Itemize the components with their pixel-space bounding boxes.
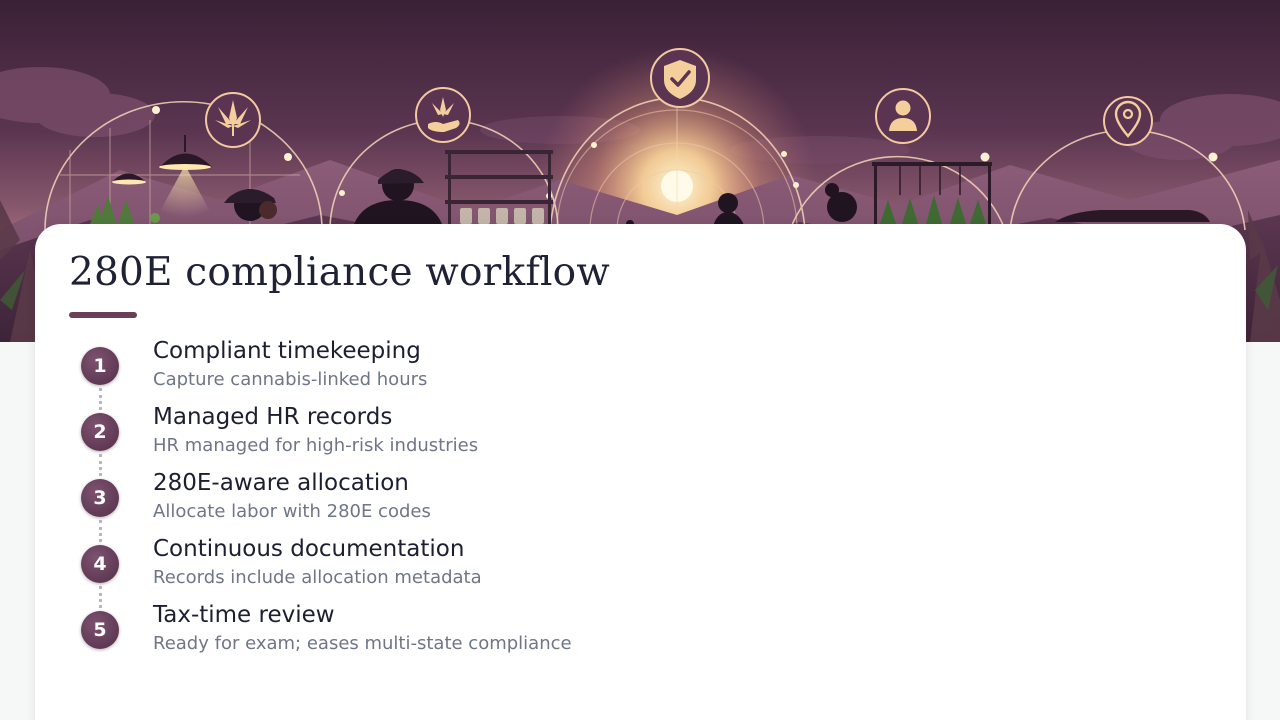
workflow-step-4: 4 Continuous documentation Records inclu… xyxy=(35,534,935,600)
person-icon xyxy=(875,88,931,144)
step-description: Allocate labor with 280E codes xyxy=(153,501,431,522)
workflow-steps: 1 Compliant timekeeping Capture cannabis… xyxy=(35,224,1246,720)
step-title: Tax-time review xyxy=(153,602,335,628)
step-description: HR managed for high-risk industries xyxy=(153,435,479,456)
workflow-step-5: 5 Tax-time review Ready for exam; eases … xyxy=(35,600,935,666)
step-title: Continuous documentation xyxy=(153,536,465,562)
content-card: 280E compliance workflow 1 Compliant tim… xyxy=(35,224,1246,720)
hand-holding-leaf-icon xyxy=(415,87,471,143)
step-title: 280E-aware allocation xyxy=(153,470,409,496)
step-number-badge: 5 xyxy=(81,611,119,649)
step-description: Ready for exam; eases multi-state compli… xyxy=(153,633,572,654)
workflow-step-2: 2 Managed HR records HR managed for high… xyxy=(35,402,935,468)
step-description: Capture cannabis-linked hours xyxy=(153,369,428,390)
step-title: Compliant timekeeping xyxy=(153,338,421,364)
location-pin-icon xyxy=(1103,96,1153,146)
step-number-badge: 4 xyxy=(81,545,119,583)
step-number-badge: 1 xyxy=(81,347,119,385)
workflow-step-1: 1 Compliant timekeeping Capture cannabis… xyxy=(35,336,935,402)
step-number-badge: 2 xyxy=(81,413,119,451)
step-title: Managed HR records xyxy=(153,404,393,430)
step-description: Records include allocation metadata xyxy=(153,567,482,588)
slide: 280E compliance workflow 1 Compliant tim… xyxy=(0,0,1280,720)
step-number-badge: 3 xyxy=(81,479,119,517)
shield-check-icon xyxy=(650,48,710,108)
cannabis-leaf-icon xyxy=(205,92,261,148)
workflow-step-3: 3 280E-aware allocation Allocate labor w… xyxy=(35,468,935,534)
